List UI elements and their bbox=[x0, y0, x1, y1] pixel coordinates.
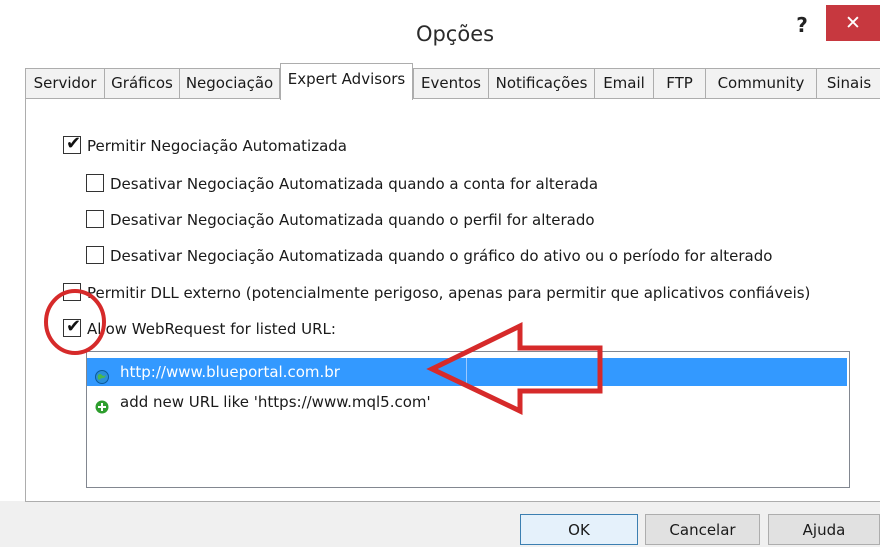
tab-sinais[interactable]: Sinais bbox=[816, 68, 880, 98]
tab-email[interactable]: Email bbox=[594, 68, 654, 98]
add-url-text: add new URL like 'https://www.mql5.com' bbox=[120, 393, 431, 411]
cancel-button[interactable]: Cancelar bbox=[645, 514, 760, 545]
checkbox-disable-on-account-change[interactable] bbox=[86, 174, 104, 192]
close-button[interactable]: ✕ bbox=[826, 5, 880, 41]
close-icon: ✕ bbox=[845, 12, 861, 34]
option-label: Allow WebRequest for listed URL: bbox=[87, 320, 336, 338]
webrequest-url-list[interactable]: http://www.blueportal.com.br add new URL… bbox=[86, 351, 850, 488]
url-list-item[interactable]: http://www.blueportal.com.br bbox=[87, 358, 847, 386]
ok-button[interactable]: OK bbox=[520, 514, 638, 545]
help-icon[interactable]: ? bbox=[788, 11, 816, 39]
checkbox-disable-on-chart-change[interactable] bbox=[86, 246, 104, 264]
url-text: http://www.blueportal.com.br bbox=[120, 363, 340, 381]
check-icon: ✔ bbox=[66, 316, 82, 337]
tab-notificacoes[interactable]: Notificações bbox=[488, 68, 595, 98]
tab-strip: Servidor Gráficos Negociação Expert Advi… bbox=[25, 63, 880, 100]
window-title: Opções bbox=[415, 22, 495, 46]
option-label: Permitir Negociação Automatizada bbox=[87, 137, 348, 155]
checkbox-allow-webrequest[interactable]: ✔ bbox=[63, 316, 82, 337]
tab-community[interactable]: Community bbox=[705, 68, 817, 98]
title-bar: Opções ? ✕ bbox=[0, 0, 880, 66]
tab-negociacao[interactable]: Negociação bbox=[179, 68, 280, 98]
checkbox-allow-dll[interactable] bbox=[63, 283, 81, 301]
column-divider bbox=[466, 358, 467, 386]
option-label: Desativar Negociação Automatizada quando… bbox=[110, 175, 599, 193]
add-url-item[interactable]: add new URL like 'https://www.mql5.com' bbox=[87, 388, 847, 416]
tab-graficos[interactable]: Gráficos bbox=[104, 68, 180, 98]
option-label: Desativar Negociação Automatizada quando… bbox=[110, 247, 773, 265]
tab-ftp[interactable]: FTP bbox=[653, 68, 706, 98]
globe-icon bbox=[95, 365, 109, 384]
checkbox-disable-on-profile-change[interactable] bbox=[86, 210, 104, 228]
tab-expert-advisors[interactable]: Expert Advisors bbox=[280, 63, 413, 100]
checkbox-allow-auto-trading[interactable]: ✔ bbox=[63, 133, 82, 154]
tab-servidor[interactable]: Servidor bbox=[25, 68, 105, 98]
option-label: Desativar Negociação Automatizada quando… bbox=[110, 211, 595, 229]
check-icon: ✔ bbox=[66, 133, 82, 154]
tab-eventos[interactable]: Eventos bbox=[413, 68, 489, 98]
help-button[interactable]: Ajuda bbox=[768, 514, 880, 545]
option-label: Permitir DLL externo (potencialmente per… bbox=[87, 284, 811, 302]
add-icon bbox=[95, 395, 109, 414]
